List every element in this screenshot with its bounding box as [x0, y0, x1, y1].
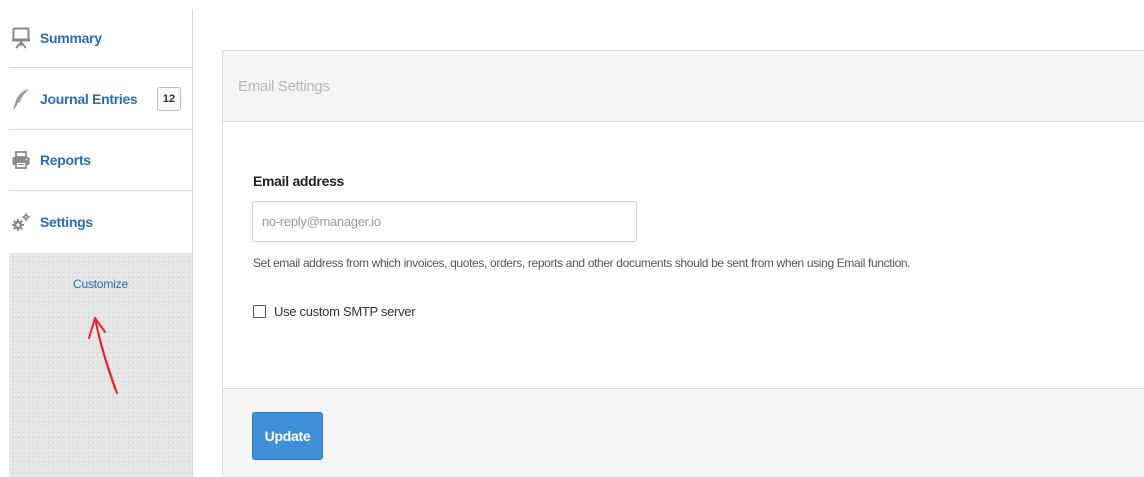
gears-icon [11, 211, 31, 233]
panel-header: Email Settings [223, 51, 1144, 122]
sidebar-item-label: Journal Entries [40, 90, 138, 107]
sidebar-item-label: Summary [40, 30, 102, 46]
panel-title: Email Settings [238, 78, 330, 95]
sidebar: Summary Journal Entries 12 Reports Setti… [9, 9, 193, 477]
custom-smtp-label[interactable]: Use custom SMTP server [274, 304, 416, 319]
printer-icon [11, 149, 31, 171]
custom-smtp-checkbox-row[interactable]: Use custom SMTP server [253, 303, 416, 319]
red-arrow-annotation [88, 317, 118, 394]
quill-pen-icon [11, 88, 31, 110]
email-address-input[interactable] [252, 201, 637, 242]
sidebar-item-summary[interactable]: Summary [9, 9, 192, 68]
sidebar-item-label: Reports [40, 152, 91, 168]
presentation-board-icon [11, 27, 31, 49]
journal-entries-count-badge: 12 [157, 86, 181, 111]
email-help-text: Set email address from which invoices, q… [253, 256, 911, 270]
update-button[interactable]: Update [252, 412, 323, 460]
sidebar-item-settings[interactable]: Settings [9, 191, 192, 253]
customize-link[interactable]: Customize [9, 277, 192, 291]
email-address-label: Email address [253, 173, 345, 189]
email-settings-panel: Email Settings Email address Set email a… [222, 50, 1144, 477]
customize-panel: Customize [9, 253, 192, 477]
app-root: Summary Journal Entries 12 Reports Setti… [0, 0, 1144, 477]
sidebar-item-reports[interactable]: Reports [9, 130, 192, 191]
sidebar-item-label: Settings [40, 214, 93, 230]
sidebar-item-journal-entries[interactable]: Journal Entries 12 [9, 68, 192, 130]
custom-smtp-checkbox[interactable] [253, 304, 266, 318]
panel-footer: Update [223, 388, 1144, 477]
